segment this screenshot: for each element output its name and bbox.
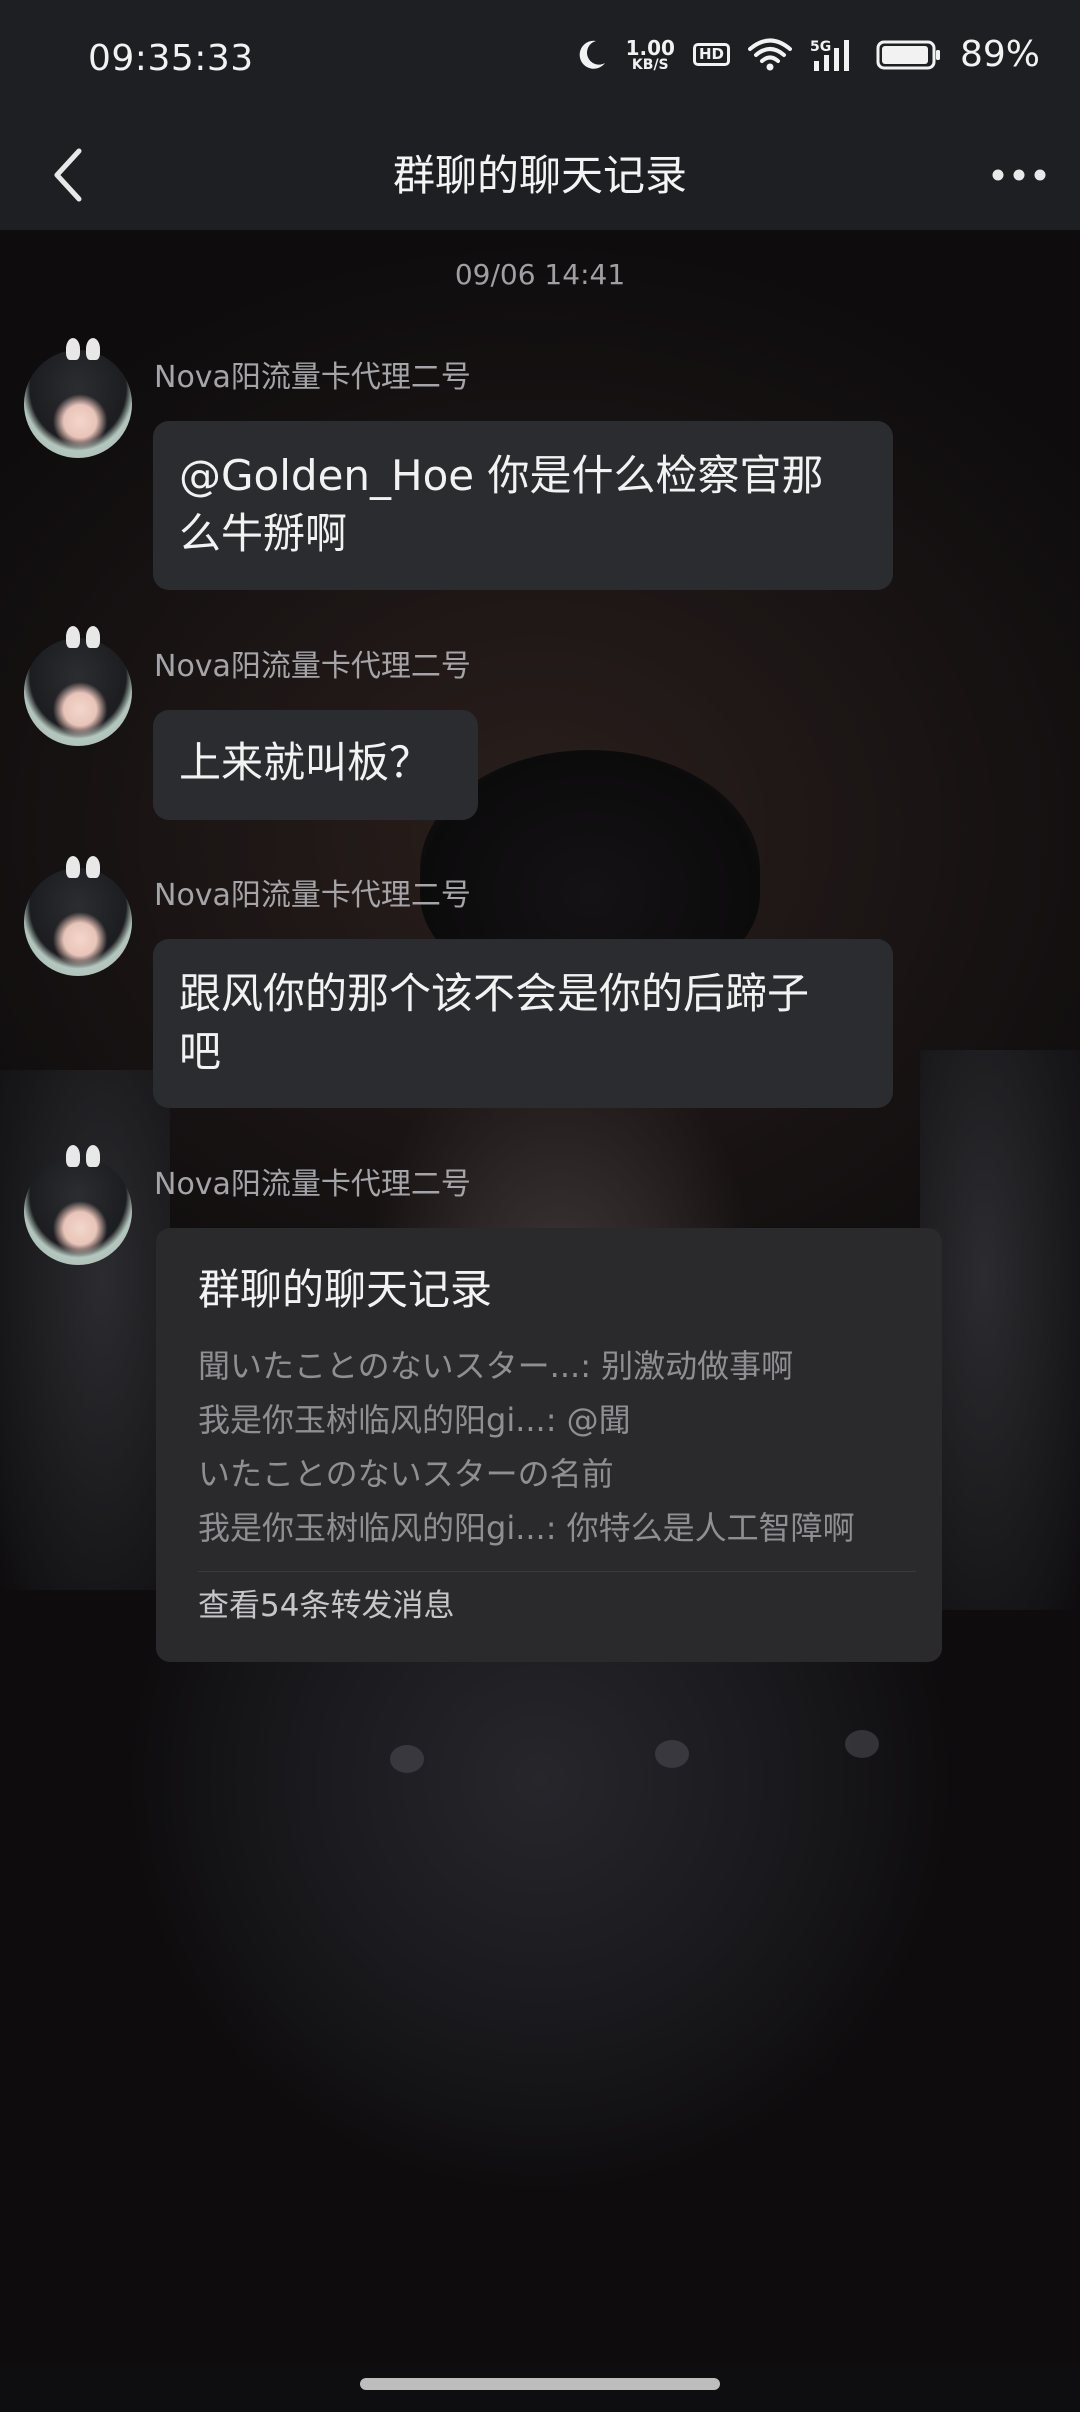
message-text-line: 么牛掰啊 [179,509,348,558]
forwarded-preview-line: 聞いたことのないスター...: 别激动做事啊 [198,1347,794,1385]
forwarded-preview-line: 我是你玉树临风的阳gi...: 你特么是人工智障啊 [198,1509,855,1547]
avatar[interactable] [24,338,132,458]
status-bar: 09:35:33 1.00 KB/S HD 5G 89% [0,0,1080,120]
message-text-line: 上来就叫板？ [179,738,432,787]
avatar-ornament [66,626,80,648]
avatar-ornament [66,338,80,360]
message-bubble[interactable]: 上来就叫板？ [153,710,478,820]
battery-icon [876,40,940,69]
avatar-image [24,1157,132,1265]
view-forwarded-messages-link[interactable]: 查看54条转发消息 [198,1572,916,1644]
battery-percent: 89% [959,34,1040,75]
forwarded-chat-card[interactable]: 群聊的聊天记录 聞いたことのないスター...: 别激动做事啊 我是你玉树临风的阳… [156,1228,942,1662]
moon-icon [579,40,605,69]
message-text-line: 吧 [179,1027,222,1076]
wifi-icon [747,38,792,70]
page-title: 群聊的聊天记录 [392,151,687,200]
forwarded-card-title: 群聊的聊天记录 [198,1265,493,1314]
status-icons: 1.00 KB/S HD 5G 89% [574,34,1040,75]
sender-name: Nova阳流量卡代理二号 [154,360,471,395]
avatar[interactable] [24,856,132,976]
chat-timestamp: 09/06 14:41 [454,258,626,291]
avatar-image [24,638,132,746]
avatar[interactable] [24,1145,132,1265]
sender-name: Nova阳流量卡代理二号 [154,1167,471,1202]
message-text-line: 跟风你的那个该不会是你的后蹄子 [179,969,810,1018]
message-bubble[interactable]: 跟风你的那个该不会是你的后蹄子 吧 [153,939,893,1108]
avatar-ornament [66,856,80,878]
avatar-ornament [86,338,100,360]
avatar-ornament [86,1145,100,1167]
network-speed: 1.00 KB/S [626,38,675,72]
avatar-image [24,350,132,458]
hd-badge: HD [692,43,730,66]
background-chair-right [920,1050,1080,1610]
sender-name: Nova阳流量卡代理二号 [154,649,471,684]
signal-type-label: 5G [810,39,831,55]
background-detail [845,1730,879,1758]
network-speed-value: 1.00 [625,35,675,60]
cellular-signal-icon: 5G [810,39,849,71]
nav-bar: 群聊的聊天记录 [0,120,1080,230]
forwarded-preview-line: 我是你玉树临风的阳gi...: @聞 [198,1401,631,1439]
network-speed-unit: KB/S [631,56,669,73]
avatar-ornament [86,626,100,648]
avatar-ornament [86,856,100,878]
sender-name: Nova阳流量卡代理二号 [154,878,471,913]
message-text-line: @Golden_Hoe 你是什么检察官那 [179,451,824,500]
more-horizontal-icon [992,169,1046,181]
status-time: 09:35:33 [88,38,254,79]
avatar[interactable] [24,626,132,746]
avatar-image [24,868,132,976]
home-indicator[interactable] [360,2378,720,2390]
background-chair-left [0,1070,170,1590]
more-button[interactable] [984,142,1054,208]
background-detail [390,1745,424,1773]
background-detail [655,1740,689,1768]
forwarded-preview-line: いたことのないスターの名前 [198,1455,614,1493]
message-bubble[interactable]: @Golden_Hoe 你是什么检察官那 么牛掰啊 [153,421,893,590]
avatar-ornament [66,1145,80,1167]
